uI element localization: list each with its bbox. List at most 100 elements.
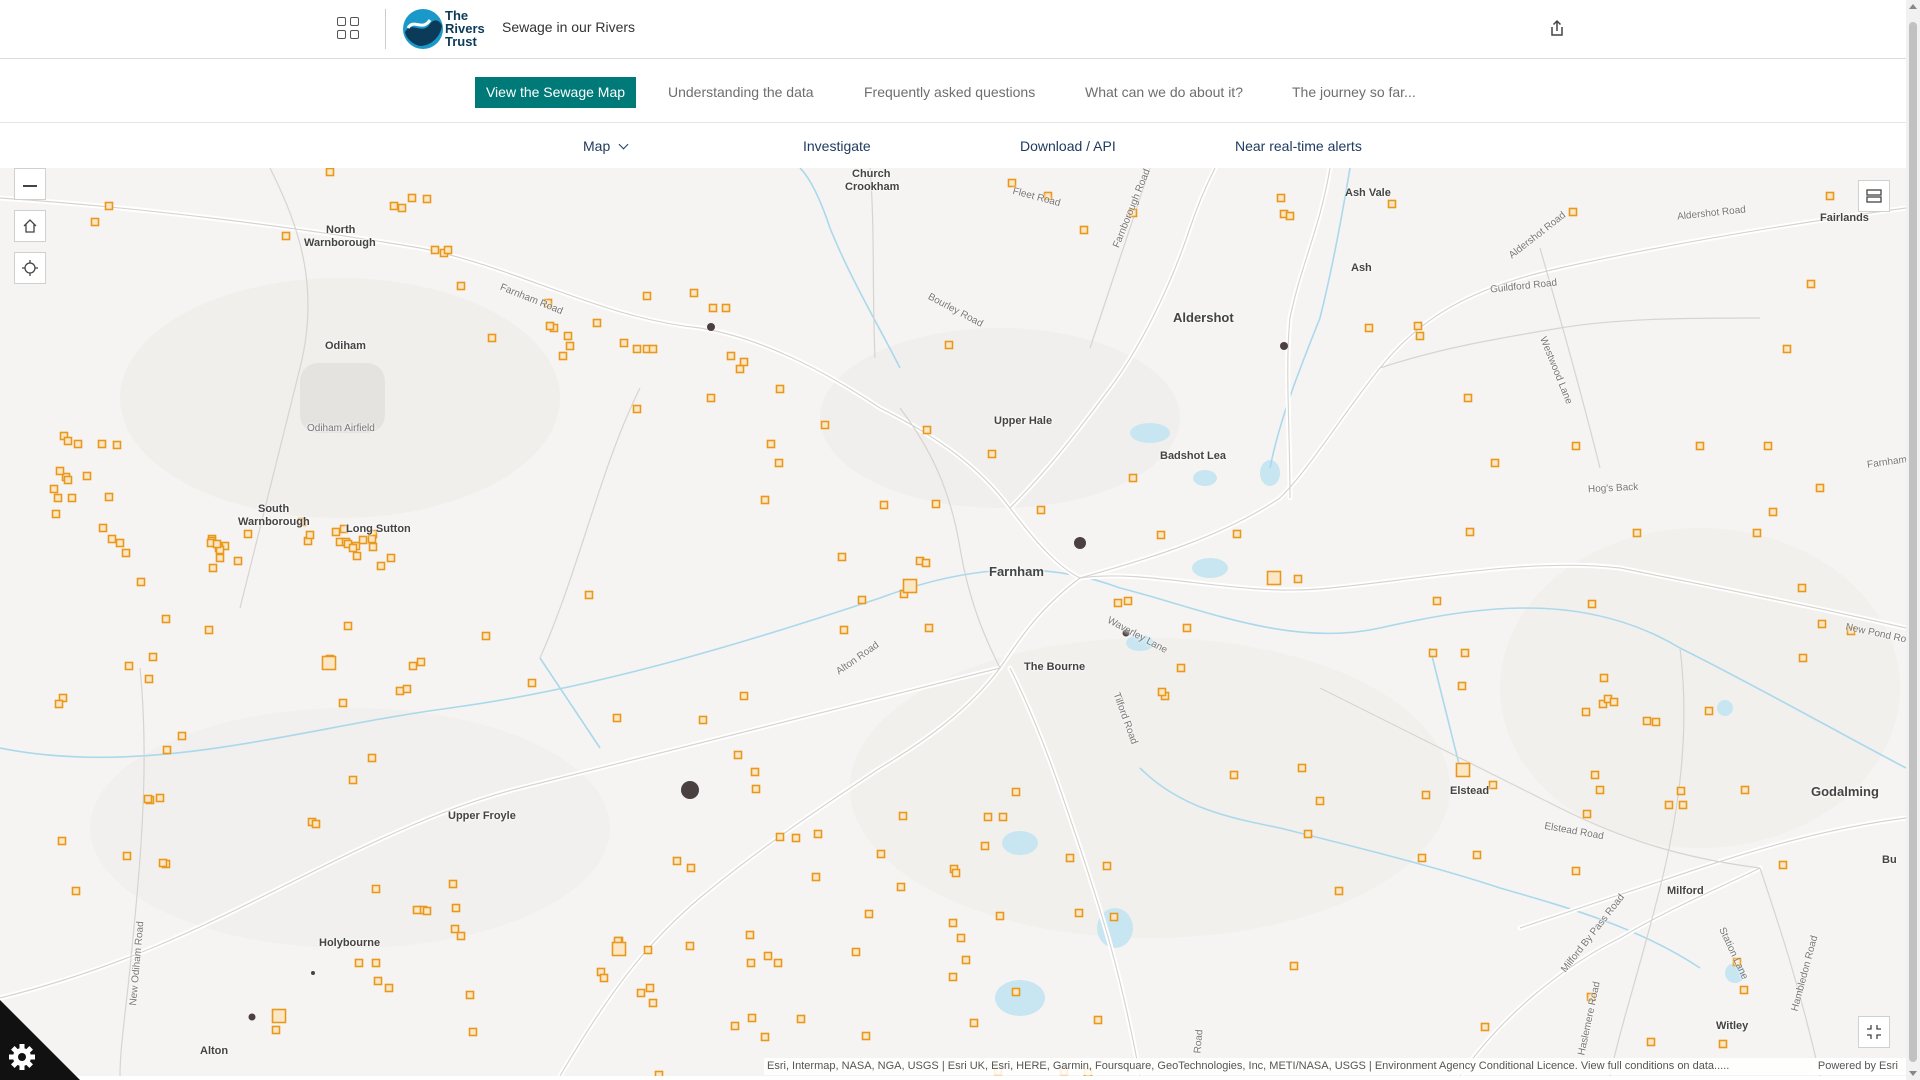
storm-overflow-marker[interactable] — [983, 812, 993, 822]
storm-overflow-marker[interactable] — [1815, 483, 1825, 493]
storm-overflow-marker[interactable] — [136, 577, 146, 587]
spill-event-marker[interactable] — [1280, 342, 1288, 350]
scroll-up-arrow-icon[interactable] — [1909, 4, 1917, 9]
storm-overflow-marker[interactable] — [67, 493, 77, 503]
storm-overflow-marker[interactable] — [1739, 985, 1749, 995]
storm-overflow-marker[interactable] — [956, 933, 966, 943]
storm-overflow-marker[interactable] — [395, 686, 405, 696]
storm-overflow-marker[interactable] — [1582, 809, 1592, 819]
sewage-map[interactable]: Church Crookham Ash Vale Fairlands North… — [0, 168, 1906, 1076]
storm-overflow-marker[interactable] — [97, 439, 107, 449]
storm-overflow-marker[interactable] — [412, 905, 422, 915]
storm-overflow-marker[interactable] — [1778, 860, 1788, 870]
storm-overflow-marker[interactable] — [1642, 716, 1652, 726]
storm-overflow-marker[interactable] — [63, 436, 73, 446]
storm-overflow-marker[interactable] — [1455, 762, 1471, 778]
storm-overflow-marker[interactable] — [1457, 681, 1467, 691]
storm-overflow-marker[interactable] — [733, 750, 743, 760]
storm-overflow-marker[interactable] — [1297, 763, 1307, 773]
storm-overflow-marker[interactable] — [1460, 648, 1470, 658]
storm-overflow-marker[interactable] — [861, 1031, 871, 1041]
storm-overflow-marker[interactable] — [995, 911, 1005, 921]
storm-overflow-marker[interactable] — [898, 811, 908, 821]
storm-overflow-marker[interactable] — [354, 958, 364, 968]
storm-overflow-marker[interactable] — [371, 884, 381, 894]
storm-overflow-marker[interactable] — [721, 303, 731, 313]
spill-event-marker[interactable] — [248, 1013, 256, 1021]
storm-overflow-marker[interactable] — [1334, 886, 1344, 896]
storm-overflow-marker[interactable] — [636, 988, 646, 998]
spill-event-markers[interactable] — [248, 323, 1289, 1021]
storm-overflow-marker[interactable] — [1695, 441, 1705, 451]
storm-overflow-marker[interactable] — [1595, 785, 1605, 795]
storm-overflow-marker[interactable] — [451, 903, 461, 913]
storm-overflow-marker[interactable] — [672, 856, 682, 866]
storm-overflow-marker[interactable] — [1651, 717, 1661, 727]
storm-overflow-marker[interactable] — [55, 466, 65, 476]
storm-overflow-marker[interactable] — [774, 458, 784, 468]
storm-overflow-marker[interactable] — [1289, 961, 1299, 971]
site-title[interactable]: Sewage in our Rivers — [502, 19, 635, 35]
storm-overflow-marker[interactable] — [924, 623, 934, 633]
basemap-button[interactable] — [1858, 180, 1890, 212]
storm-overflow-marker[interactable] — [204, 625, 214, 635]
subnav-map-dropdown[interactable]: Map — [583, 138, 629, 154]
rivers-trust-logo-icon[interactable] — [400, 6, 446, 52]
storm-overflow-marker[interactable] — [1074, 908, 1084, 918]
storm-overflow-marker[interactable] — [1632, 528, 1642, 538]
storm-overflow-marker[interactable] — [813, 829, 823, 839]
storm-overflow-marker[interactable] — [643, 945, 653, 955]
nav-journey-so-far[interactable]: The journey so far... — [1292, 84, 1416, 100]
storm-overflow-marker[interactable] — [1490, 458, 1500, 468]
storm-overflow-marker[interactable] — [1415, 331, 1425, 341]
storm-overflow-marker[interactable] — [1182, 623, 1192, 633]
spill-event-marker[interactable] — [707, 323, 715, 331]
storm-overflow-marker[interactable] — [408, 661, 418, 671]
storm-overflow-marker[interactable] — [112, 440, 122, 450]
storm-overflow-marker[interactable] — [1266, 570, 1282, 586]
storm-overflow-marker[interactable] — [271, 1025, 281, 1035]
storm-overflow-marker[interactable] — [1011, 787, 1021, 797]
storm-overflow-marker[interactable] — [1113, 598, 1123, 608]
storm-overflow-marker[interactable] — [1065, 853, 1075, 863]
share-icon[interactable] — [1546, 17, 1568, 39]
storm-overflow-marker[interactable] — [689, 288, 699, 298]
locate-button[interactable] — [14, 252, 46, 284]
storm-overflow-marker[interactable] — [1465, 527, 1475, 537]
storm-overflow-marker[interactable] — [416, 657, 426, 667]
storm-overflow-marker[interactable] — [1413, 321, 1423, 331]
storm-overflow-marker[interactable] — [1463, 393, 1473, 403]
storm-overflow-marker[interactable] — [612, 713, 622, 723]
storm-overflow-marker[interactable] — [1740, 785, 1750, 795]
storm-overflow-marker[interactable] — [465, 990, 475, 1000]
storm-overflow-marker[interactable] — [155, 793, 165, 803]
storm-overflow-marker[interactable] — [750, 767, 760, 777]
storm-overflow-marker[interactable] — [397, 203, 407, 213]
storm-overflow-marker[interactable] — [233, 556, 243, 566]
storm-overflow-marker[interactable] — [82, 471, 92, 481]
storm-overflow-marker[interactable] — [367, 534, 377, 544]
storm-overflow-marker[interactable] — [931, 499, 941, 509]
scroll-down-arrow-icon[interactable] — [1909, 1071, 1917, 1076]
storm-overflow-marker[interactable] — [1102, 861, 1112, 871]
storm-overflow-marker[interactable] — [969, 1018, 979, 1028]
storm-overflow-marker[interactable] — [1817, 619, 1827, 629]
storm-overflow-marker[interactable] — [706, 393, 716, 403]
storm-overflow-marker[interactable] — [1704, 706, 1714, 716]
storm-overflow-marker[interactable] — [1664, 800, 1674, 810]
storm-overflow-marker[interactable] — [545, 321, 555, 331]
storm-overflow-marker[interactable] — [948, 972, 958, 982]
storm-overflow-marker[interactable] — [1782, 344, 1792, 354]
storm-overflow-marker[interactable] — [325, 168, 335, 177]
storm-overflow-marker[interactable] — [271, 1008, 287, 1024]
storm-overflow-marker[interactable] — [747, 1013, 757, 1023]
storm-overflow-marker[interactable] — [1011, 987, 1021, 997]
storm-overflow-marker[interactable] — [864, 909, 874, 919]
storm-overflow-marker[interactable] — [1581, 707, 1591, 717]
storm-overflow-marker[interactable] — [1718, 1039, 1728, 1049]
storm-overflow-marker[interactable] — [53, 493, 63, 503]
storm-overflow-marker[interactable] — [1176, 663, 1186, 673]
storm-overflow-marker[interactable] — [851, 947, 861, 957]
storm-overflow-marker[interactable] — [619, 338, 629, 348]
cookie-settings-gear-icon[interactable] — [0, 1000, 80, 1080]
